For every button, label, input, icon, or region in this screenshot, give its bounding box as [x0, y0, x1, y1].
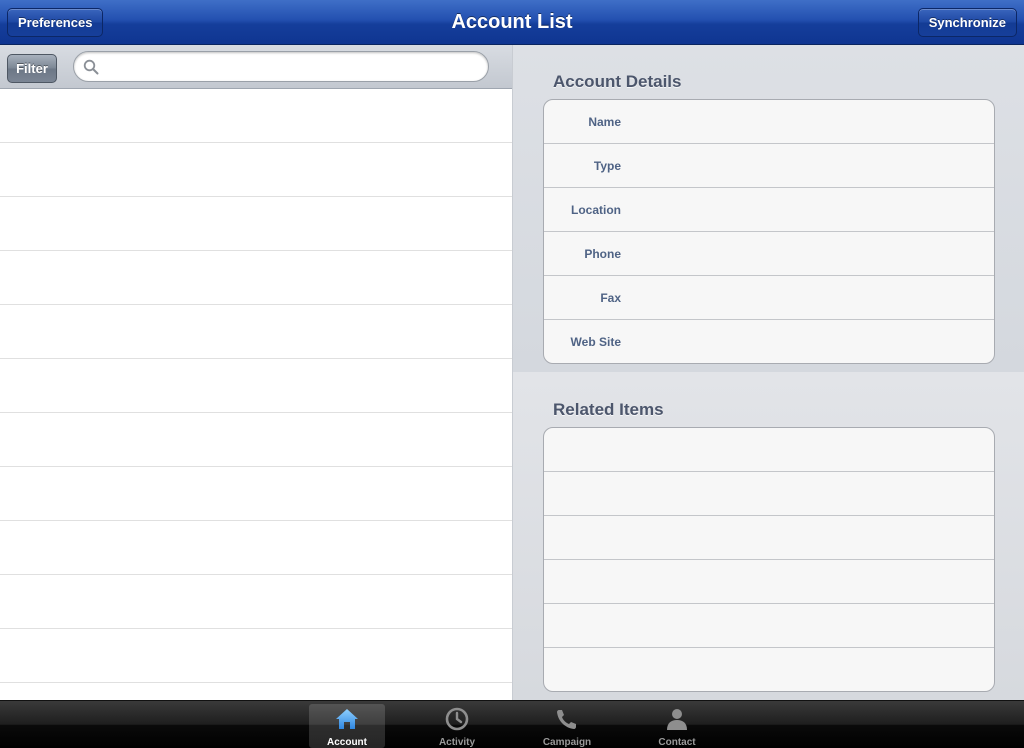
detail-label: Fax: [600, 291, 621, 305]
home-icon: [336, 709, 358, 729]
list-item[interactable]: [0, 683, 512, 700]
related-items-group: [543, 427, 995, 692]
clock-icon: [445, 707, 469, 731]
detail-label: Location: [571, 203, 621, 217]
account-list: [0, 89, 512, 700]
tab-activity[interactable]: Activity: [419, 704, 495, 748]
filter-button[interactable]: Filter: [7, 54, 57, 83]
account-details-group: Name Type Location Phone Fax Web Site: [543, 99, 995, 364]
list-item[interactable]: [0, 629, 512, 683]
list-item[interactable]: [0, 575, 512, 629]
tab-campaign[interactable]: Campaign: [529, 704, 605, 748]
account-list-pane: Filter: [0, 45, 512, 700]
search-input[interactable]: [104, 55, 474, 79]
related-item-row[interactable]: [544, 560, 994, 604]
detail-label: Phone: [584, 247, 621, 261]
tab-label: Account: [327, 737, 367, 748]
search-bar: Filter: [0, 45, 512, 89]
list-item[interactable]: [0, 89, 512, 143]
related-item-row[interactable]: [544, 428, 994, 472]
tab-contact[interactable]: Contact: [639, 704, 715, 748]
tab-label: Campaign: [542, 737, 592, 748]
person-icon: [667, 709, 687, 730]
detail-row-phone[interactable]: Phone: [544, 232, 994, 276]
tab-account[interactable]: Account: [309, 704, 385, 748]
related-item-row[interactable]: [544, 648, 994, 691]
detail-label: Type: [593, 159, 621, 173]
detail-label: Name: [588, 115, 621, 129]
detail-row-website[interactable]: Web Site: [544, 320, 994, 363]
account-details-title: Account Details: [553, 72, 682, 91]
detail-row-fax[interactable]: Fax: [544, 276, 994, 320]
tab-label: Activity: [438, 737, 476, 748]
detail-pane: Account Details Name Type Location Phone…: [512, 45, 1024, 700]
detail-row-location[interactable]: Location: [544, 188, 994, 232]
list-item[interactable]: [0, 251, 512, 305]
phone-icon: [557, 710, 576, 729]
detail-label: Web Site: [570, 335, 621, 349]
tab-label: Contact: [658, 737, 696, 748]
related-item-row[interactable]: [544, 472, 994, 516]
list-item[interactable]: [0, 413, 512, 467]
related-item-row[interactable]: [544, 604, 994, 648]
list-item[interactable]: [0, 521, 512, 575]
list-item[interactable]: [0, 305, 512, 359]
search-field[interactable]: [73, 51, 489, 82]
detail-row-name[interactable]: Name: [544, 100, 994, 144]
related-item-row[interactable]: [544, 516, 994, 560]
tab-bar: Account Activity Campaign Contact: [0, 700, 1024, 748]
detail-row-type[interactable]: Type: [544, 144, 994, 188]
preferences-button[interactable]: Preferences: [7, 8, 104, 37]
synchronize-button[interactable]: Synchronize: [917, 8, 1017, 37]
search-icon: [83, 59, 99, 75]
list-item[interactable]: [0, 359, 512, 413]
page-title: Account List: [451, 11, 573, 33]
navigation-bar: Account List Preferences Synchronize: [0, 0, 1024, 45]
related-items-title: Related Items: [553, 400, 664, 419]
list-item[interactable]: [0, 197, 512, 251]
list-item[interactable]: [0, 467, 512, 521]
list-item[interactable]: [0, 143, 512, 197]
